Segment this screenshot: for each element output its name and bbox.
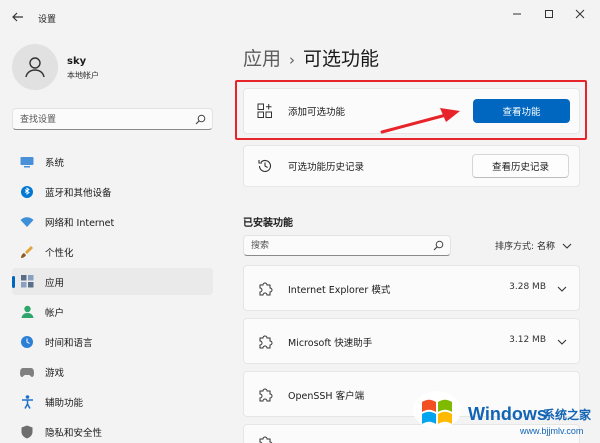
feature-search-input[interactable] bbox=[251, 239, 426, 253]
minimize-icon[interactable] bbox=[505, 6, 529, 22]
feature-size: 3.28 MB bbox=[509, 282, 546, 292]
view-history-button[interactable]: 查看历史记录 bbox=[472, 154, 569, 178]
sidebar-item-personalization[interactable]: 个性化 bbox=[12, 238, 213, 265]
puzzle-icon bbox=[257, 387, 273, 403]
personalization-icon bbox=[20, 245, 34, 259]
settings-search-input[interactable] bbox=[20, 112, 190, 127]
breadcrumb: 应用 › 可选功能 bbox=[243, 44, 379, 71]
sidebar-item-network[interactable]: 网络和 Internet bbox=[12, 208, 213, 235]
account-type: 本地帐户 bbox=[67, 71, 99, 80]
back-arrow-icon[interactable] bbox=[10, 9, 26, 25]
sidebar-item-label: 帐户 bbox=[45, 307, 65, 319]
settings-search-box[interactable] bbox=[12, 108, 213, 130]
sidebar-item-accounts[interactable]: 帐户 bbox=[12, 298, 213, 325]
feature-history-card: 可选功能历史记录 查看历史记录 bbox=[243, 145, 580, 187]
add-apps-icon bbox=[257, 103, 273, 119]
watermark-brand: Windows bbox=[468, 404, 547, 424]
search-icon[interactable] bbox=[433, 240, 444, 254]
sidebar-item-label: 个性化 bbox=[45, 247, 74, 259]
feature-history-label: 可选功能历史记录 bbox=[288, 162, 365, 173]
view-features-button[interactable]: 查看功能 bbox=[473, 99, 570, 123]
bluetooth-icon bbox=[20, 185, 34, 199]
sidebar-item-time-language[interactable]: 时间和语言 bbox=[12, 328, 213, 355]
add-optional-feature-label: 添加可选功能 bbox=[288, 107, 346, 118]
sidebar-item-label: 时间和语言 bbox=[45, 337, 93, 349]
search-icon[interactable] bbox=[195, 114, 206, 128]
puzzle-icon bbox=[257, 435, 273, 443]
time-language-icon bbox=[20, 335, 34, 349]
apps-icon bbox=[20, 275, 34, 289]
history-icon bbox=[257, 158, 273, 174]
sidebar-item-apps[interactable]: 应用 bbox=[12, 268, 213, 295]
title-bar: 设置 bbox=[0, 0, 600, 34]
page-title: 可选功能 bbox=[303, 48, 380, 70]
sidebar-item-label: 应用 bbox=[45, 277, 65, 289]
close-icon[interactable] bbox=[568, 6, 592, 22]
sidebar-item-system[interactable]: 系统 bbox=[12, 148, 213, 175]
watermark: Windows 系统之家 www.bjjmlv.com bbox=[408, 382, 598, 440]
installed-features-title: 已安装功能 bbox=[243, 218, 293, 229]
watermark-site-name: 系统之家 bbox=[543, 408, 592, 422]
feature-row-quick-assist[interactable]: Microsoft 快速助手 3.12 MB bbox=[243, 318, 580, 364]
sort-label: 排序方式: bbox=[495, 242, 535, 252]
sidebar-item-label: 辅助功能 bbox=[45, 397, 84, 409]
sort-value: 名称 bbox=[537, 242, 556, 252]
windows-logo-icon bbox=[413, 391, 461, 429]
watermark-url: www.bjjmlv.com bbox=[520, 426, 584, 436]
window-title: 设置 bbox=[38, 15, 57, 25]
feature-name: Internet Explorer 模式 bbox=[288, 285, 391, 296]
feature-search-box[interactable] bbox=[243, 235, 451, 256]
chevron-down-icon bbox=[562, 242, 572, 252]
breadcrumb-parent[interactable]: 应用 bbox=[243, 48, 281, 70]
sidebar-item-label: 蓝牙和其他设备 bbox=[45, 187, 112, 199]
sidebar-item-label: 游戏 bbox=[45, 367, 65, 379]
sidebar-item-accessibility[interactable]: 辅助功能 bbox=[12, 388, 213, 415]
add-optional-feature-card: 添加可选功能 查看功能 bbox=[243, 88, 580, 134]
maximize-icon[interactable] bbox=[537, 6, 561, 22]
puzzle-icon bbox=[257, 334, 273, 350]
sidebar-item-label: 网络和 Internet bbox=[45, 217, 115, 229]
feature-row-internet-explorer[interactable]: Internet Explorer 模式 3.28 MB bbox=[243, 265, 580, 311]
avatar bbox=[12, 44, 58, 90]
sidebar-item-label: 系统 bbox=[45, 157, 65, 169]
feature-name: Microsoft 快速助手 bbox=[288, 338, 373, 349]
network-icon bbox=[20, 215, 34, 229]
accessibility-icon bbox=[20, 394, 34, 409]
sidebar-nav: 系统 蓝牙和其他设备 网络和 Internet 个性化 应用 帐户 时间和语言 … bbox=[12, 148, 213, 443]
accounts-icon bbox=[20, 305, 34, 319]
sidebar-item-privacy[interactable]: 隐私和安全性 bbox=[12, 418, 213, 443]
gaming-icon bbox=[20, 365, 34, 379]
feature-name: OpenSSH 客户端 bbox=[288, 391, 365, 402]
sidebar-item-bluetooth[interactable]: 蓝牙和其他设备 bbox=[12, 178, 213, 205]
breadcrumb-separator: › bbox=[289, 51, 296, 69]
puzzle-icon bbox=[257, 281, 273, 297]
chevron-down-icon[interactable] bbox=[557, 337, 567, 347]
account-name: sky bbox=[67, 56, 87, 67]
chevron-down-icon[interactable] bbox=[557, 284, 567, 294]
feature-size: 3.12 MB bbox=[509, 335, 546, 345]
sort-dropdown[interactable]: 排序方式: 名称 bbox=[495, 239, 572, 252]
sidebar-item-label: 隐私和安全性 bbox=[45, 427, 103, 439]
privacy-icon bbox=[20, 425, 34, 439]
system-icon bbox=[20, 155, 34, 169]
sidebar-item-gaming[interactable]: 游戏 bbox=[12, 358, 213, 385]
